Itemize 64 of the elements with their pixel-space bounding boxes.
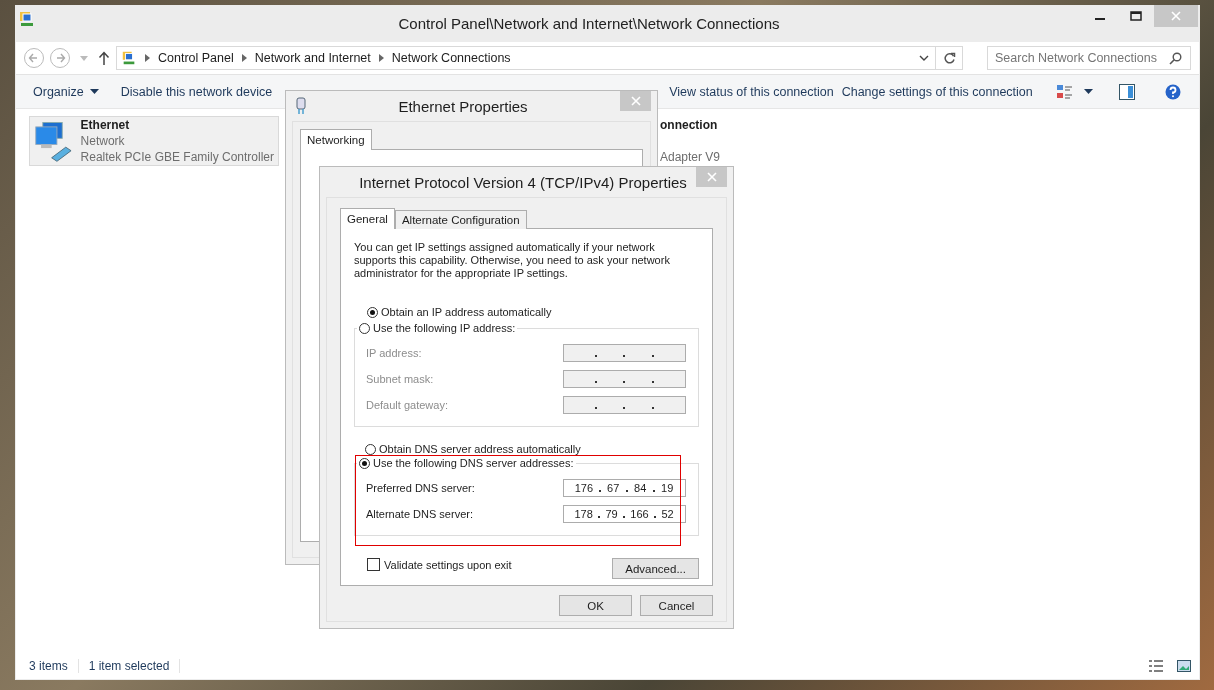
organize-menu[interactable]: Organize <box>33 84 99 99</box>
refresh-button[interactable] <box>935 46 963 70</box>
dropdown-caret-icon[interactable] <box>919 55 929 61</box>
selection-count: 1 item selected <box>88 659 181 673</box>
network-folder-icon <box>18 9 36 28</box>
network-plug-icon <box>296 97 306 115</box>
field-label: Default gateway: <box>366 399 448 411</box>
breadcrumb-arrow-icon[interactable] <box>241 54 247 62</box>
dialog-title: Ethernet Properties <box>397 97 529 115</box>
dialog-tab[interactable]: Alternate Configuration <box>394 210 527 229</box>
maximize-icon[interactable] <box>1130 11 1142 21</box>
dialog-tab[interactable]: Networking <box>300 129 372 150</box>
breadcrumb-arrow-icon[interactable] <box>145 54 150 62</box>
dropdown-caret-icon[interactable] <box>1084 89 1093 94</box>
field-label: Subnet mask: <box>366 373 434 385</box>
up-arrow-icon[interactable] <box>98 51 110 65</box>
dialog-title: Internet Protocol Version 4 (TCP/IPv4) Properties <box>358 173 688 191</box>
connection-name: onnection <box>660 117 719 133</box>
dialog-tab[interactable]: General <box>340 208 395 229</box>
connection-item[interactable]: onnection Adapter V9 <box>655 116 905 166</box>
connection-status: Network <box>80 133 126 149</box>
field-label: IP address: <box>366 347 422 359</box>
connection-device: Adapter V9 <box>660 149 721 165</box>
radio-label[interactable]: Obtain an IP address automatically <box>381 306 552 318</box>
address-bar[interactable]: Control Panel Network and Internet Network Connections <box>116 46 936 70</box>
details-view-icon[interactable] <box>1149 660 1163 672</box>
ip-address-field[interactable]: 176 67 84 19 <box>563 479 686 497</box>
breadcrumb-arrow-icon[interactable] <box>378 54 384 62</box>
dialog-button[interactable]: OK <box>559 595 632 616</box>
ip-address-field[interactable]: 178 79 166 52 <box>563 505 686 523</box>
breadcrumb-item[interactable]: Network Connections <box>391 51 511 65</box>
search-field[interactable]: Search Network Connections <box>987 46 1191 70</box>
checkbox[interactable] <box>367 558 380 571</box>
search-icon <box>1169 52 1182 65</box>
radio-button[interactable] <box>367 306 378 318</box>
dialog-button[interactable]: Cancel <box>640 595 713 616</box>
field-label: Alternate DNS server: <box>366 508 473 520</box>
advanced-button[interactable]: Advanced... <box>612 558 699 579</box>
toolbar-action[interactable]: View status of this connection <box>669 84 834 99</box>
item-count: 3 items <box>29 659 79 673</box>
connection-name: Ethernet <box>80 117 131 133</box>
breadcrumb-item[interactable]: Control Panel <box>158 51 234 65</box>
window-title: Control Panel\Network and Internet\Network Connections <box>397 15 781 32</box>
dropdown-caret-icon[interactable] <box>89 89 99 94</box>
view-options-icon[interactable] <box>1056 83 1074 100</box>
refresh-icon[interactable] <box>942 51 956 65</box>
checkbox-label[interactable]: Validate settings upon exit <box>384 558 512 571</box>
field-label: Preferred DNS server: <box>366 482 475 494</box>
breadcrumb-item[interactable]: Network and Internet <box>254 51 371 65</box>
radio-label[interactable]: Use the following DNS server addresses: <box>373 457 574 469</box>
radio-button[interactable] <box>365 443 376 455</box>
radio-button[interactable] <box>359 322 370 334</box>
toolbar-action[interactable]: Disable this network device <box>120 84 273 99</box>
radio-label[interactable]: Obtain DNS server address automatically <box>379 443 581 455</box>
intro-text: You can get IP settings assigned automatically if your network supports this capability. Otherwise, you need to ask your network administrator for the appropriate IP settings. <box>354 241 671 280</box>
large-icons-view-icon[interactable] <box>1177 660 1191 672</box>
connection-device: Realtek PCIe GBE Family Controller <box>80 149 274 165</box>
network-folder-icon <box>121 50 137 66</box>
radio-button[interactable] <box>359 457 370 469</box>
help-icon[interactable] <box>1165 83 1181 100</box>
toolbar-action[interactable]: Change settings of this connection <box>841 84 1033 99</box>
connection-item[interactable]: Ethernet Network Realtek PCIe GBE Family Controller <box>29 116 279 166</box>
radio-label[interactable]: Use the following IP address: <box>373 322 516 334</box>
preview-pane-icon[interactable] <box>1119 83 1135 100</box>
